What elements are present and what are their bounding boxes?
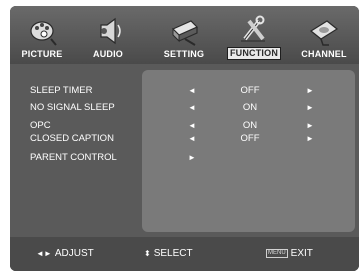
menu-key-icon: MENU (266, 248, 288, 258)
setting-row-opc[interactable]: OPC ◄ ON ► (10, 119, 359, 133)
arrow-right-icon[interactable]: ► (306, 84, 314, 98)
footer-hints: ◄► ADJUST ⬍ SELECT MENU EXIT (10, 237, 359, 271)
setting-name: SLEEP TIMER (30, 85, 93, 96)
audio-icon (100, 17, 121, 45)
setting-icon (171, 20, 199, 46)
setting-name: OPC (30, 120, 51, 131)
tab-label: CHANNEL (301, 49, 347, 59)
function-settings-area: SLEEP TIMER ◄ OFF ► NO SIGNAL SLEEP ◄ ON… (10, 64, 359, 237)
setting-value: ON (242, 120, 258, 131)
adjust-label: ADJUST (54, 248, 94, 259)
adjust-hint: ◄► ADJUST (36, 248, 94, 260)
select-label: SELECT (153, 248, 193, 259)
exit-label: EXIT (290, 248, 313, 259)
up-down-arrows-icon: ⬍ (144, 249, 151, 258)
setting-row-sleep-timer[interactable]: SLEEP TIMER ◄ OFF ► (10, 84, 359, 98)
arrow-left-icon[interactable]: ◄ (188, 119, 196, 133)
tab-picture[interactable]: PICTURE (14, 6, 70, 64)
setting-row-closed-caption[interactable]: CLOSED CAPTION ◄ OFF ► (10, 132, 359, 146)
tab-channel[interactable]: CHANNEL (294, 6, 354, 64)
setting-value: OFF (240, 133, 260, 144)
tab-label: AUDIO (93, 49, 123, 59)
tab-audio[interactable]: AUDIO (82, 6, 134, 64)
tab-function[interactable]: FUNCTION (222, 6, 286, 64)
setting-name: PARENT CONTROL (30, 152, 117, 163)
tab-label: FUNCTION (226, 47, 282, 60)
setting-value: OFF (240, 85, 260, 96)
tv-osd-screen: PICTURE AUDIO SETTING FUNCTION CHANNEL S… (0, 0, 359, 274)
menu-tab-bar: PICTURE AUDIO SETTING FUNCTION CHANNEL (10, 6, 359, 64)
arrow-right-icon[interactable]: ► (306, 132, 314, 146)
arrow-right-icon[interactable]: ► (306, 119, 314, 133)
exit-hint: MENU EXIT (266, 248, 313, 260)
left-right-arrows-icon: ◄► (36, 249, 52, 258)
setting-row-no-signal-sleep[interactable]: NO SIGNAL SLEEP ◄ ON ► (10, 101, 359, 115)
arrow-right-icon[interactable]: ► (306, 101, 314, 115)
arrow-left-icon[interactable]: ◄ (188, 101, 196, 115)
setting-name: CLOSED CAPTION (30, 133, 114, 144)
setting-value: ON (242, 102, 258, 113)
tab-setting[interactable]: SETTING (152, 6, 216, 64)
picture-icon (30, 21, 57, 46)
function-icon (241, 15, 265, 42)
channel-icon (309, 20, 339, 46)
tab-label: PICTURE (21, 49, 63, 59)
setting-row-parent-control[interactable]: PARENT CONTROL ► (10, 151, 359, 165)
arrow-left-icon[interactable]: ◄ (188, 84, 196, 98)
osd-menu-panel: PICTURE AUDIO SETTING FUNCTION CHANNEL S… (10, 6, 359, 271)
tab-label: SETTING (163, 49, 205, 59)
select-hint: ⬍ SELECT (144, 248, 193, 260)
setting-name: NO SIGNAL SLEEP (30, 102, 115, 113)
enter-arrow-icon[interactable]: ► (188, 151, 196, 165)
arrow-left-icon[interactable]: ◄ (188, 132, 196, 146)
